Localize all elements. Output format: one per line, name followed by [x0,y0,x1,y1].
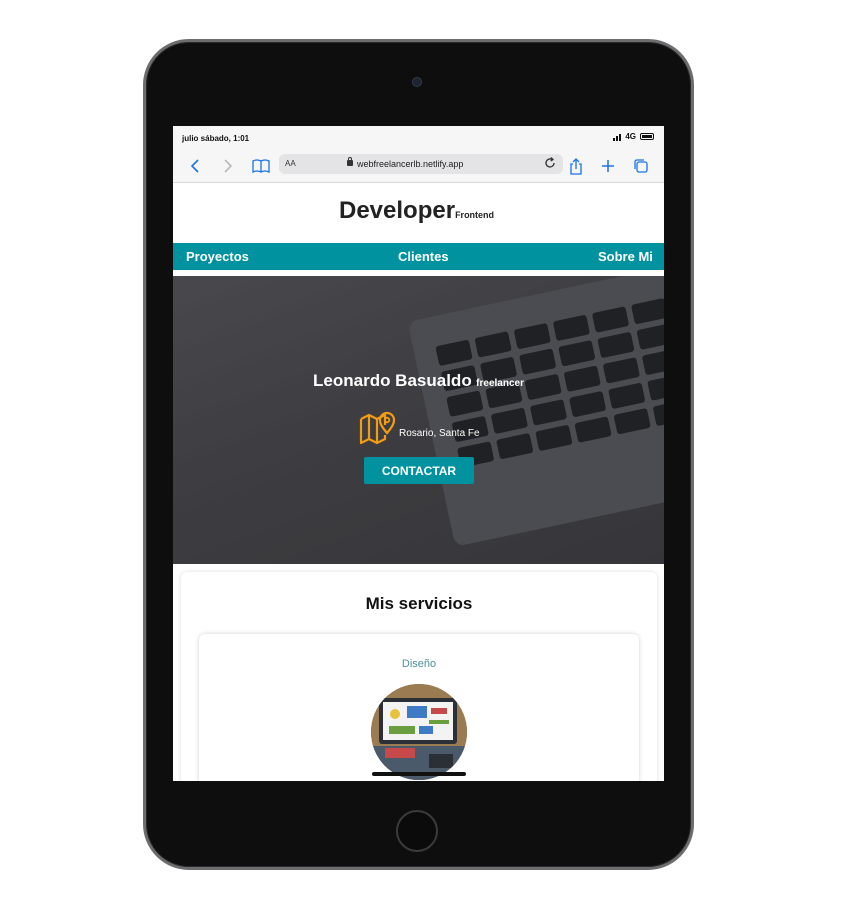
network-type: 4G [625,132,636,141]
text-size-button[interactable]: AA [285,159,296,168]
nav-clientes[interactable]: Clientes [398,249,449,264]
address-bar[interactable]: AA webfreelancerlb.netlify.app [279,154,563,174]
back-icon[interactable] [185,156,205,176]
hero-section: Leonardo Basualdo freelancer Rosario, Sa… [173,276,664,564]
status-indicators: 4G [613,132,654,141]
site-header: DeveloperFrontend [173,183,664,243]
nav-sobre-mi[interactable]: Sobre Mi [598,249,653,264]
site-logo[interactable]: DeveloperFrontend [339,197,494,225]
status-time: julio sábado, 1:01 [182,134,250,143]
forward-icon[interactable] [218,156,238,176]
design-image [371,684,467,780]
battery-icon [640,133,654,140]
front-camera [412,77,422,87]
logo-sub: Frontend [455,210,495,220]
share-icon[interactable] [566,156,586,176]
hero-title: Leonardo Basualdo freelancer [173,371,664,391]
new-tab-icon[interactable] [598,156,618,176]
signal-icon [613,133,622,141]
lock-icon [347,157,353,166]
logo-main: Developer [339,197,456,224]
hero-role: freelancer [476,378,524,389]
hero-overlay [173,276,664,564]
services-title: Mis servicios [365,594,473,613]
tabs-icon[interactable] [631,156,651,176]
reload-icon[interactable] [543,156,557,175]
home-indicator [372,772,466,776]
hero-location: Rosario, Santa Fe [399,428,480,439]
status-bar: julio sábado, 1:01 4G [173,126,664,148]
service-card-label: Diseño [401,658,437,670]
contact-button[interactable]: CONTACTAR [364,457,474,484]
service-card: Diseño [199,634,639,781]
map-pin-icon [359,409,399,445]
device-screen: julio sábado, 1:01 4G AA webfreelancerlb… [173,126,664,781]
url-text: webfreelancerlb.netlify.app [357,159,464,169]
home-button[interactable] [396,810,438,852]
bookmarks-icon[interactable] [251,156,271,176]
browser-toolbar: AA webfreelancerlb.netlify.app [173,148,664,183]
nav-proyectos[interactable]: Proyectos [186,249,249,264]
services-section: Mis servicios Diseño [181,572,657,781]
main-nav: Proyectos Clientes Sobre Mi [173,243,664,270]
hero-name: Leonardo Basualdo [313,371,472,390]
